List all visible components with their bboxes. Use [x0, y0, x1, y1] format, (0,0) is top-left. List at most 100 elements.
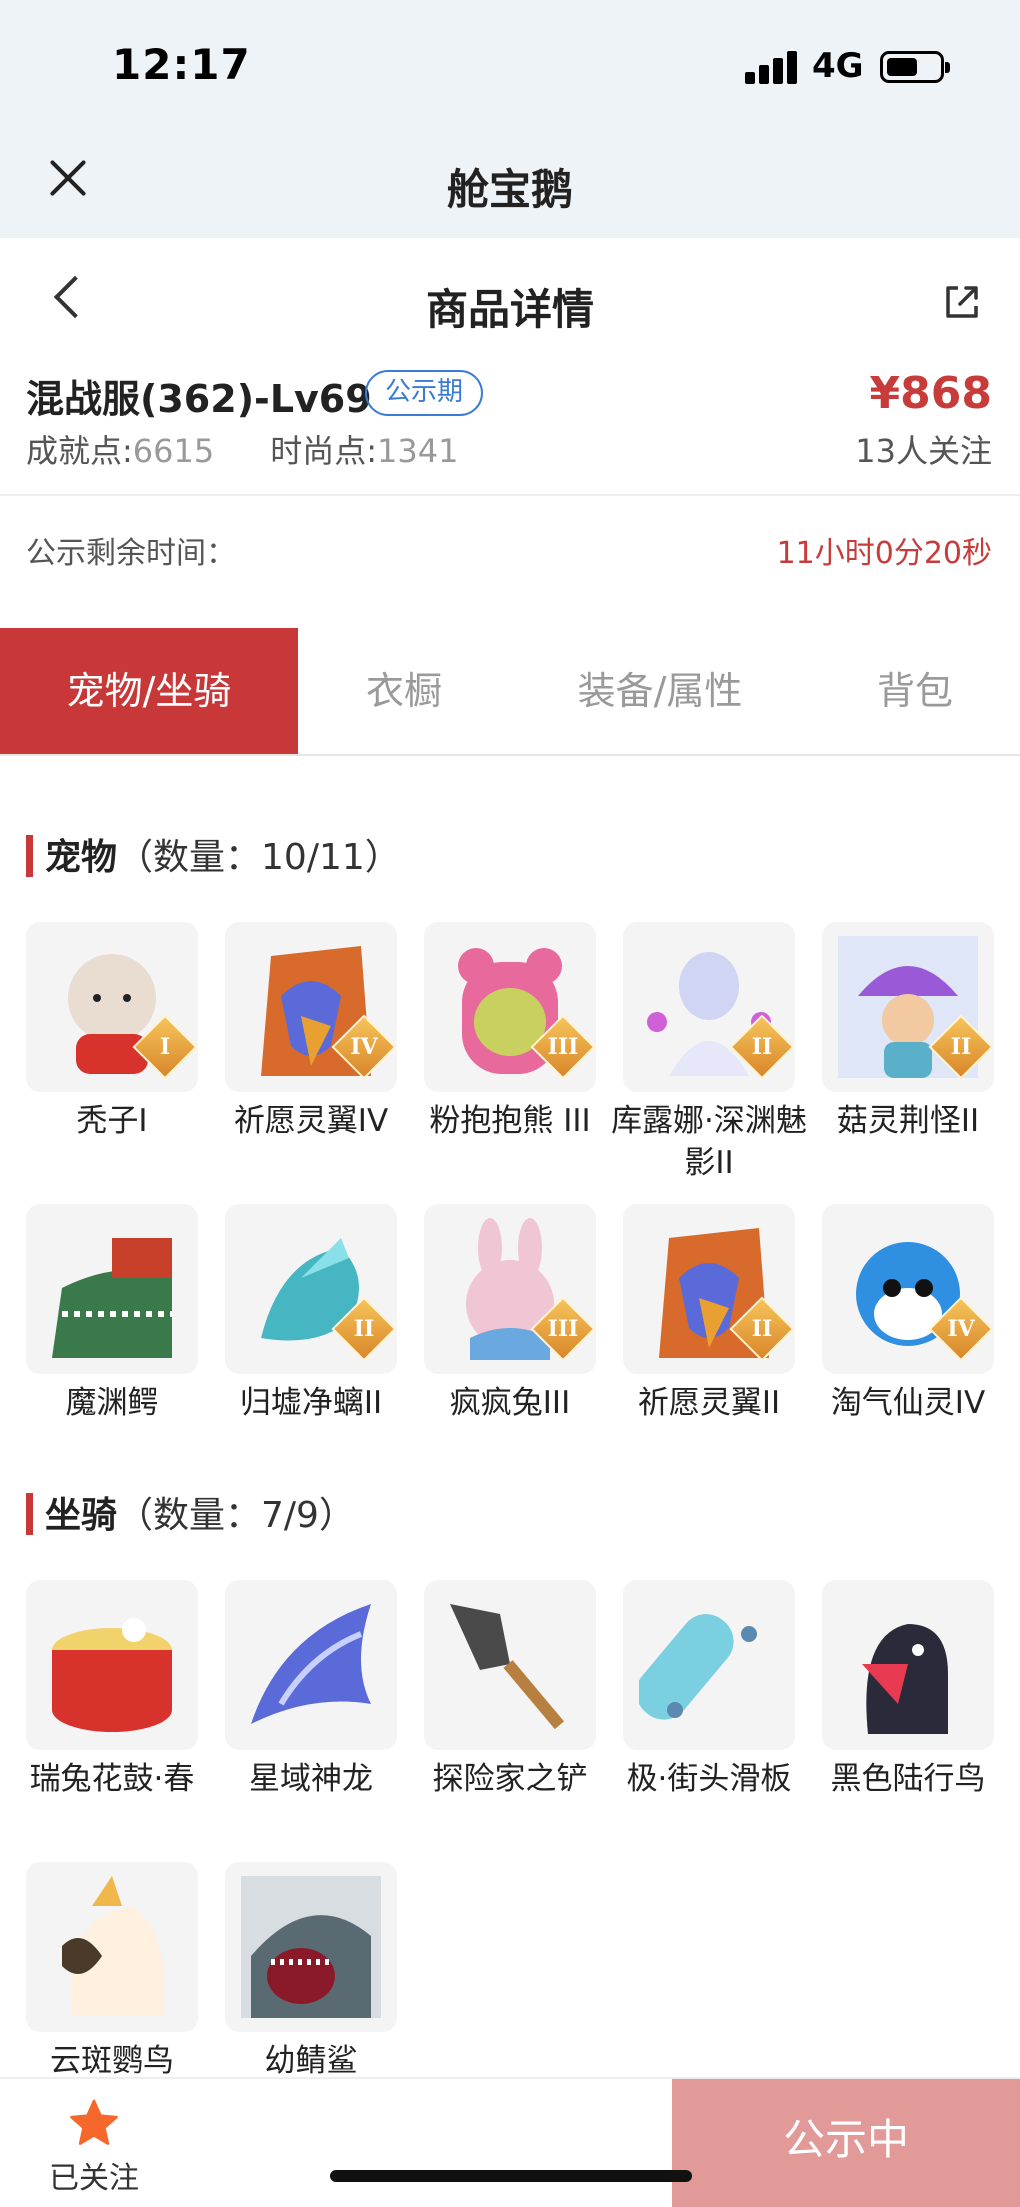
achievement-value: 6615	[132, 432, 215, 470]
followers-count: 13人关注	[855, 432, 992, 470]
pets-item[interactable]: III 疯疯兔III	[424, 1204, 596, 1424]
page-title: 商品详情	[425, 285, 594, 334]
pets-item-name: 祈愿灵翼II	[637, 1385, 781, 1421]
level-label: IV	[350, 1034, 378, 1060]
bald-head-icon: I	[26, 922, 198, 1092]
pets-item[interactable]: II 菇灵荆怪II	[822, 922, 994, 1142]
product-stats: 成就点:6615 时尚点:1341	[26, 426, 458, 472]
status-badge: 公示期	[365, 370, 484, 416]
pets-item-name: 祈愿灵翼IV	[233, 1103, 389, 1139]
share-icon[interactable]	[944, 284, 980, 320]
bird-spirit-icon: IV	[225, 922, 397, 1092]
network-type: 4G	[812, 46, 864, 86]
star-icon	[70, 2099, 118, 2145]
pets-item[interactable]: III 粉抱抱熊 III	[424, 922, 596, 1142]
pets-item-name: 库露娜·深渊魅影II	[611, 1103, 807, 1181]
level-label: IV	[947, 1316, 975, 1342]
mounts-item[interactable]: 星域神龙	[225, 1580, 397, 1800]
pets-item-name: 粉抱抱熊 III	[429, 1103, 591, 1139]
pink-bear-icon: III	[424, 922, 596, 1092]
mounts-item-name: 黑色陆行鸟	[830, 1761, 986, 1797]
price: ¥868	[869, 368, 992, 419]
battery-icon	[880, 51, 950, 83]
abyss-phantom-icon: II	[623, 922, 795, 1092]
pets-item-name: 秃子I	[76, 1103, 148, 1139]
pets-item[interactable]: II 祈愿灵翼II	[623, 1204, 795, 1424]
status-bar: 12:17 4G	[0, 0, 1020, 130]
pets-item[interactable]: IV 淘气仙灵IV	[822, 1204, 994, 1424]
level-label: II	[751, 1034, 773, 1060]
level-label: III	[547, 1034, 579, 1060]
level-label: I	[159, 1034, 171, 1060]
mounts-count: （数量：7/9）	[117, 1495, 355, 1536]
mounts-item-name: 探险家之铲	[432, 1761, 588, 1797]
countdown-value: 11小时0分20秒	[776, 536, 992, 571]
mounts-item[interactable]: 瑞兔花鼓·春	[26, 1580, 198, 1800]
pets-item-name: 归墟净螭II	[239, 1385, 383, 1421]
drum-icon	[26, 1580, 198, 1750]
dragon-icon: II	[225, 1204, 397, 1374]
mounts-section-title: 坐骑（数量：7/9）	[26, 1486, 355, 1538]
black-bird-icon	[822, 1580, 994, 1750]
pets-count: （数量：10/11）	[117, 837, 401, 878]
mounts-item[interactable]: 幼鲭鲨	[225, 1862, 397, 2082]
bird-spirit-icon: II	[623, 1204, 795, 1374]
blue-puppy-icon: IV	[822, 1204, 994, 1374]
mounts-item-name: 星域神龙	[249, 1761, 373, 1797]
pets-item[interactable]: II 库露娜·深渊魅影II	[611, 922, 807, 1184]
pets-item-name: 魔渊鳄	[65, 1385, 159, 1421]
mounts-item-name: 瑞兔花鼓·春	[29, 1761, 195, 1797]
signal-icon	[745, 50, 797, 84]
tab-equipment[interactable]: 装备/属性	[510, 628, 810, 754]
app-title: 舱宝鹅	[446, 165, 573, 214]
follow-button[interactable]: 已关注	[34, 2097, 154, 2197]
shovel-icon	[424, 1580, 596, 1750]
home-indicator	[330, 2170, 692, 2182]
pets-item[interactable]: I 秃子I	[26, 922, 198, 1142]
pets-item-name: 淘气仙灵IV	[830, 1385, 986, 1421]
shark-icon	[225, 1862, 397, 2032]
bottom-bar: 已关注 公示中	[0, 2077, 1020, 2207]
app-header: 舱宝鹅	[0, 130, 1020, 238]
pets-item-name: 疯疯兔III	[449, 1385, 571, 1421]
crocodile-icon	[26, 1204, 198, 1374]
skateboard-icon	[623, 1580, 795, 1750]
page-header: 商品详情	[0, 238, 1020, 358]
fashion-label: 时尚点:	[270, 432, 378, 470]
product-summary: 混战服(362)-Lv69 公示期 成就点:6615 时尚点:1341 ¥868 …	[0, 358, 1020, 496]
fashion-value: 1341	[377, 432, 459, 470]
mushroom-sprite-icon: II	[822, 922, 994, 1092]
level-label: III	[547, 1316, 579, 1342]
tab-backpack[interactable]: 背包	[810, 628, 1020, 754]
level-label: II	[751, 1316, 773, 1342]
pets-item-name: 菇灵荆怪II	[836, 1103, 980, 1139]
pets-title: 宠物	[45, 837, 118, 878]
mounts-item[interactable]: 极·街头滑板	[623, 1580, 795, 1800]
pets-item[interactable]: 魔渊鳄	[26, 1204, 198, 1424]
mounts-item[interactable]: 云斑鹦鸟	[26, 1862, 198, 2082]
mounts-item-name: 幼鲭鲨	[264, 2043, 358, 2079]
rabbit-icon: III	[424, 1204, 596, 1374]
pets-section-title: 宠物（数量：10/11）	[26, 828, 401, 880]
parrot-icon	[26, 1862, 198, 2032]
countdown-label: 公示剩余时间：	[26, 536, 236, 571]
pets-item[interactable]: IV 祈愿灵翼IV	[225, 922, 397, 1142]
star-dragon-icon	[225, 1580, 397, 1750]
tab-pets-mounts[interactable]: 宠物/坐骑	[0, 628, 298, 754]
status-time: 12:17	[112, 40, 251, 89]
mounts-item-name: 极·街头滑板	[626, 1761, 792, 1797]
status-button[interactable]: 公示中	[672, 2079, 1020, 2207]
achievement-label: 成就点:	[26, 432, 133, 470]
mounts-title: 坐骑	[45, 1495, 118, 1536]
product-name: 混战服(362)-Lv69	[26, 377, 372, 421]
pets-item[interactable]: II 归墟净螭II	[225, 1204, 397, 1424]
tab-bar: 宠物/坐骑 衣橱 装备/属性 背包	[0, 628, 1020, 756]
mounts-item-name: 云斑鹦鸟	[50, 2043, 174, 2079]
countdown-row: 公示剩余时间： 11小时0分20秒	[0, 498, 1020, 598]
follow-label: 已关注	[49, 2161, 139, 2196]
level-label: II	[950, 1034, 972, 1060]
tab-wardrobe[interactable]: 衣橱	[298, 628, 510, 754]
mounts-item[interactable]: 探险家之铲	[424, 1580, 596, 1800]
mounts-item[interactable]: 黑色陆行鸟	[822, 1580, 994, 1800]
level-label: II	[353, 1316, 375, 1342]
